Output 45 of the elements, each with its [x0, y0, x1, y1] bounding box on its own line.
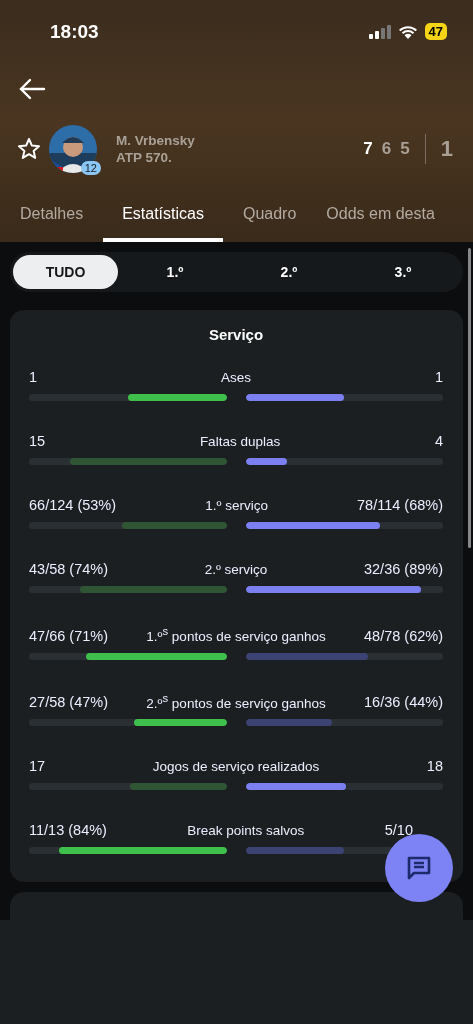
period-option[interactable]: 1.º [118, 255, 232, 289]
tab[interactable]: Quadro [232, 195, 307, 242]
stat-value: 4 [434, 433, 443, 449]
stat-value: 48/78 (62%) [364, 627, 443, 644]
stat-label: 1.º serviço [205, 498, 268, 513]
stat-value: 17 [29, 758, 46, 774]
stat-value: 66/124 (53%) [29, 497, 117, 513]
stat-value: 16/36 (44%) [364, 694, 443, 710]
period-option[interactable]: 2.º [232, 255, 346, 289]
player-name: M. Vrbensky [116, 131, 196, 149]
sets-won: 1 [440, 135, 453, 162]
back-arrow-icon [18, 78, 46, 101]
stat-value: 11/13 (84%) [29, 822, 107, 838]
tab[interactable]: Detalhes [10, 195, 94, 242]
stat-label: Break points salvos [187, 823, 305, 838]
stat-value: 78/114 (68%) [357, 497, 443, 513]
stat-value: 1 [434, 369, 443, 385]
stat-value: 27/58 (47%) [29, 694, 108, 710]
stat-value: 5/10 [384, 822, 414, 838]
stat-label: Ases [221, 370, 251, 385]
tab[interactable]: Odds em desta [316, 195, 445, 242]
chat-icon [406, 855, 432, 881]
period-option[interactable]: 3.º [346, 255, 460, 289]
stat-label: Faltas duplas [199, 434, 281, 449]
stat-value: 18 [426, 758, 443, 774]
set-score: 7 [363, 138, 373, 159]
signal-icon [368, 24, 391, 39]
section-title: Serviço [207, 326, 265, 343]
stat-label: 2.º serviço [204, 562, 268, 577]
set-score: 5 [400, 138, 410, 159]
set-score: 6 [381, 138, 392, 159]
stat-value: 43/58 (74%) [29, 561, 108, 577]
player-ranking: ATP 570. [116, 148, 173, 166]
stat-label: Jogos de serviço realizados [152, 759, 320, 774]
star-icon[interactable] [17, 136, 41, 161]
period-option[interactable]: TUDO [13, 255, 118, 289]
stat-label: 2.º$^{s}$ pontos de serviço ganhos [146, 691, 326, 710]
stat-label: 1.º$^{s}$ pontos de serviço ganhos [146, 625, 326, 644]
stat-value: 15 [29, 433, 46, 449]
battery-indicator: 47 [424, 23, 447, 41]
stat-value: 32/36 (89%) [364, 561, 443, 577]
status-time: 18:03 [50, 20, 99, 43]
wifi-icon [397, 24, 418, 39]
stat-value: 1 [29, 369, 38, 385]
stat-value: 47/66 (71%) [29, 627, 108, 644]
